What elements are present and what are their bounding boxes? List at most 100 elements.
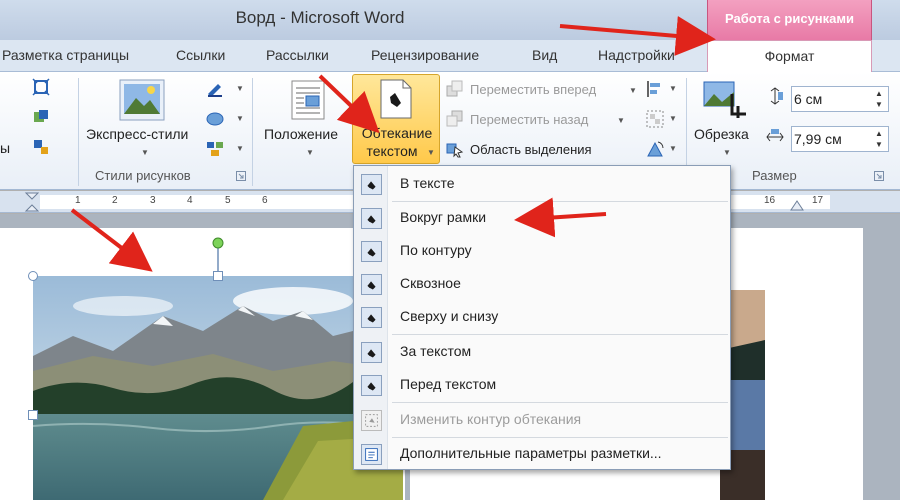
wrap-text-menu[interactable]: В тексте Вокруг рамки По контуру Сквозно… [353, 165, 731, 470]
group-label-picture-styles: Стили рисунков [95, 168, 191, 183]
shape-height-icon [770, 87, 783, 105]
menu-item-in-front-of-text[interactable]: Перед текстом [354, 370, 730, 400]
position-dropdown-icon[interactable]: ▼ [306, 148, 314, 157]
tab-view[interactable]: Вид [532, 47, 557, 63]
wrap-text-dropdown-icon: ▼ [427, 148, 435, 157]
express-styles-label[interactable]: Экспресс-стили [86, 126, 188, 142]
dropdown-arrow-icon[interactable]: ▼ [236, 114, 244, 123]
tab-page-layout[interactable]: Разметка страницы [2, 47, 129, 63]
wrap-inline-icon [361, 174, 382, 195]
send-backward-label[interactable]: Переместить назад [470, 112, 588, 127]
send-backward-icon[interactable] [446, 110, 464, 128]
menu-item-label: Сверху и снизу [400, 308, 499, 324]
context-tab-picture-tools[interactable]: Работа с рисунками [707, 0, 872, 40]
crop-dropdown-icon[interactable]: ▼ [723, 148, 731, 157]
wrap-text-button[interactable]: Обтекание текстом ▼ [352, 74, 440, 164]
menu-item-top-and-bottom[interactable]: Сверху и снизу [354, 302, 730, 332]
position-label[interactable]: Положение [264, 126, 338, 142]
picture-layout-small-icon[interactable] [206, 140, 224, 158]
menu-item-label: Дополнительные параметры разметки... [400, 445, 662, 461]
ruler-number: 6 [262, 195, 268, 206]
wrap-text-label-line2: текстом [366, 143, 418, 159]
bring-forward-dropdown-icon[interactable]: ▼ [629, 86, 637, 95]
menu-separator [392, 437, 728, 438]
bring-forward-icon[interactable] [446, 80, 464, 98]
ruler-number: 5 [225, 195, 231, 206]
tab-format[interactable]: Формат [707, 40, 872, 73]
picture-border-icon[interactable] [32, 78, 50, 96]
more-layout-options-icon [361, 444, 382, 465]
menu-item-label: Вокруг рамки [400, 209, 487, 225]
wrap-top-bottom-icon [361, 307, 382, 328]
menu-item-through[interactable]: Сквозное [354, 269, 730, 299]
ribbon-separator [252, 78, 253, 186]
menu-item-label: Изменить контур обтекания [400, 411, 582, 427]
selection-pane-icon[interactable] [446, 140, 464, 158]
menu-separator [392, 334, 728, 335]
dropdown-arrow-icon[interactable]: ▼ [236, 84, 244, 93]
menu-separator [392, 402, 728, 403]
express-styles-dropdown-icon[interactable]: ▼ [141, 148, 149, 157]
menu-item-square[interactable]: Вокруг рамки [354, 203, 730, 233]
dropdown-arrow-icon[interactable]: ▼ [236, 144, 244, 153]
shape-width-input[interactable] [794, 129, 868, 149]
menu-item-label: По контуру [400, 242, 472, 258]
crop-icon[interactable] [702, 80, 748, 120]
shape-width-spin-icon[interactable]: ▲ ▼ [872, 128, 886, 150]
group-label-size: Размер [752, 168, 797, 183]
shape-height-input[interactable] [794, 89, 868, 109]
menu-item-label: Сквозное [400, 275, 461, 291]
ruler-number: 17 [812, 195, 824, 206]
picture-shape-icon[interactable] [206, 110, 224, 128]
bring-forward-label[interactable]: Переместить вперед [470, 82, 596, 97]
menu-item-more-layout-options[interactable]: Дополнительные параметры разметки... [354, 439, 730, 469]
ribbon-separator [78, 78, 79, 186]
menu-item-edit-wrap-points[interactable]: Изменить контур обтекания [354, 405, 730, 435]
shape-height-spin-icon[interactable]: ▲ ▼ [872, 88, 886, 110]
picture-border-pen-icon[interactable] [206, 80, 224, 98]
shape-width-stepper[interactable]: ▲▼ [791, 126, 889, 152]
resize-handle-left[interactable] [28, 410, 38, 420]
wrap-through-icon [361, 274, 382, 295]
size-dialog-launcher-icon[interactable] [874, 171, 884, 181]
window-title: Ворд - Microsoft Word [235, 8, 405, 27]
align-dropdown-icon[interactable]: ▼ [669, 84, 677, 93]
send-backward-dropdown-icon[interactable]: ▼ [617, 116, 625, 125]
dialog-launcher-icon[interactable] [236, 171, 246, 181]
shape-width-icon [766, 129, 784, 142]
position-icon[interactable] [290, 80, 326, 120]
right-indent-marker-icon[interactable] [790, 199, 804, 211]
resize-handle-top-left[interactable] [28, 271, 38, 281]
tab-mailings[interactable]: Рассылки [266, 47, 329, 63]
menu-item-label: За текстом [400, 343, 472, 359]
rotate-icon[interactable] [646, 140, 664, 158]
menu-separator [392, 201, 728, 202]
menu-item-tight[interactable]: По контуру [354, 236, 730, 266]
picture-effects-icon[interactable] [32, 108, 50, 126]
tab-review[interactable]: Рецензирование [371, 47, 479, 63]
align-icon[interactable] [646, 80, 664, 98]
selected-picture[interactable] [33, 276, 403, 500]
menu-item-behind-text[interactable]: За текстом [354, 337, 730, 367]
ruler-number: 2 [112, 195, 118, 206]
ruler-number: 1 [75, 195, 81, 206]
tab-references[interactable]: Ссылки [176, 47, 225, 63]
rotate-dropdown-icon[interactable]: ▼ [669, 144, 677, 153]
wrap-tight-icon [361, 241, 382, 262]
picture-layout-icon[interactable] [32, 138, 50, 156]
wrap-text-icon [380, 79, 412, 119]
menu-item-in-line-with-text[interactable]: В тексте [354, 169, 730, 199]
group-dropdown-icon[interactable]: ▼ [669, 114, 677, 123]
group-icon[interactable] [646, 110, 664, 128]
menu-item-label: В тексте [400, 175, 455, 191]
selection-pane-label[interactable]: Область выделения [470, 142, 592, 157]
express-styles-icon[interactable] [118, 78, 166, 122]
wrap-behind-text-icon [361, 342, 382, 363]
tab-addins[interactable]: Надстройки [598, 47, 675, 63]
wrap-square-icon [361, 208, 382, 229]
shape-height-stepper[interactable]: ▲▼ [791, 86, 889, 112]
edit-wrap-points-icon [361, 410, 382, 431]
rotation-handle-icon[interactable] [211, 236, 225, 276]
crop-label[interactable]: Обрезка [694, 126, 749, 142]
indent-marker-icon[interactable] [24, 191, 40, 213]
